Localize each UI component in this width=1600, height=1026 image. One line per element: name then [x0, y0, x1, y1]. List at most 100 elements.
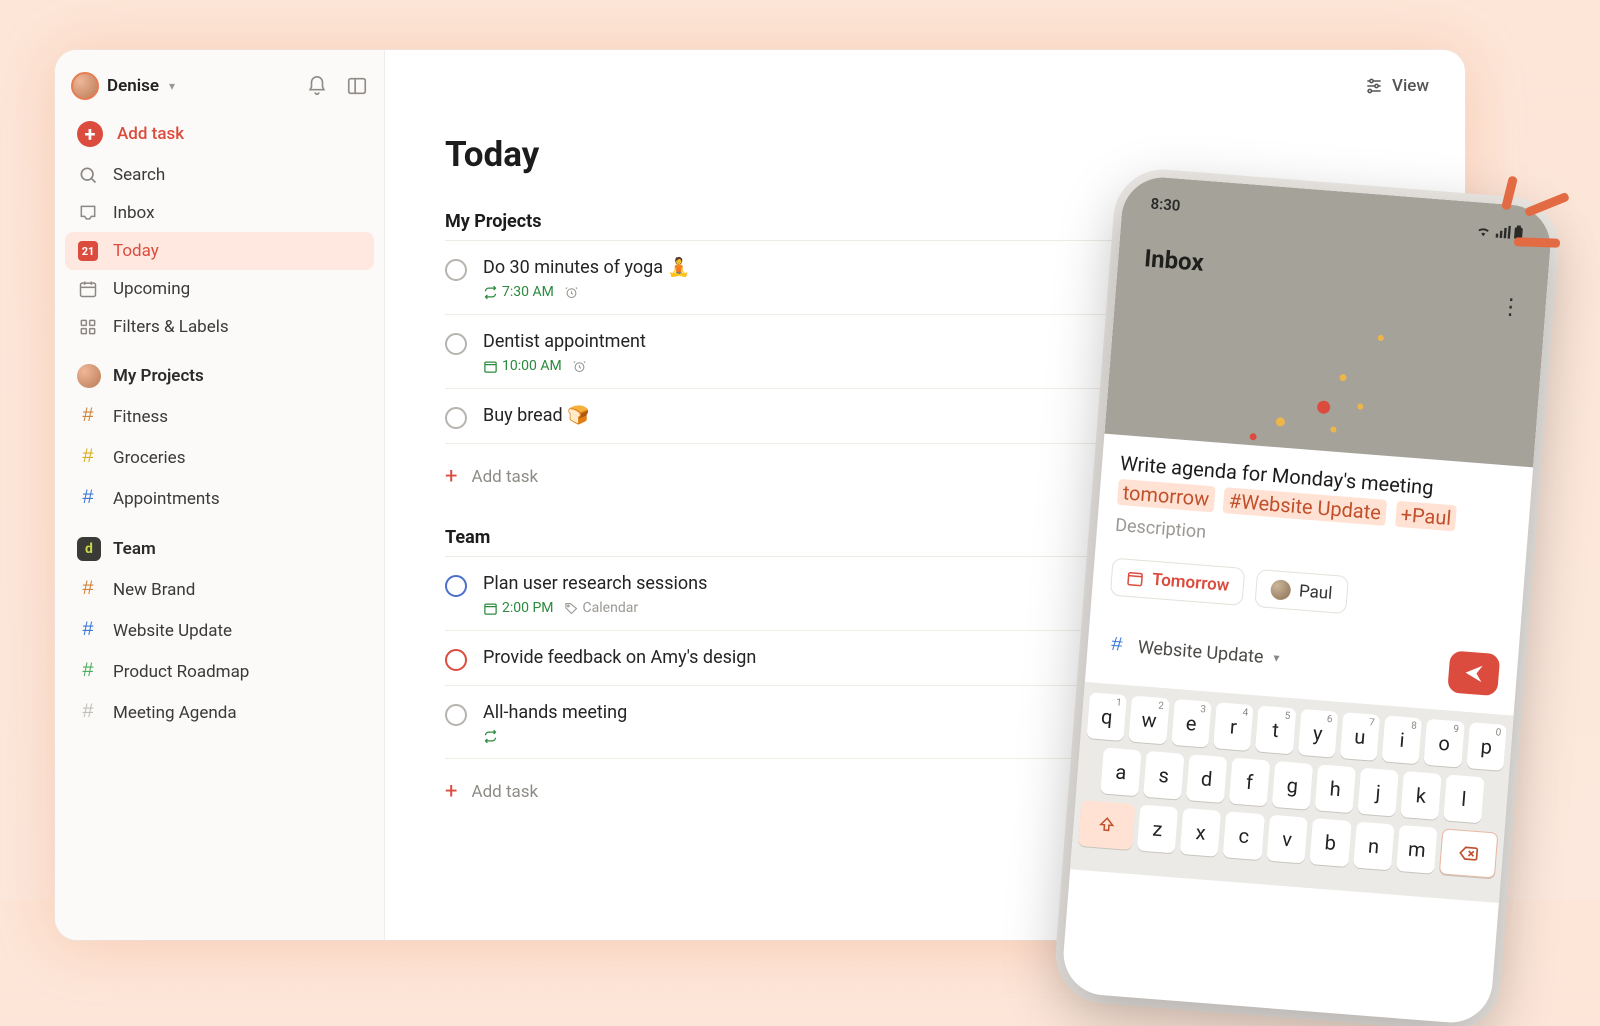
task-label: Calendar — [564, 600, 639, 616]
key-n[interactable]: n — [1353, 822, 1395, 871]
sidebar-section-my-projects[interactable]: My Projects — [65, 346, 374, 396]
key-j[interactable]: j — [1357, 768, 1398, 817]
sliders-icon — [1364, 76, 1384, 96]
hash-icon: # — [77, 446, 99, 469]
key-b[interactable]: b — [1309, 818, 1351, 867]
task-checkbox[interactable] — [445, 259, 467, 281]
sidebar-project-website[interactable]: #Website Update — [65, 610, 374, 651]
calendar-today-icon: 21 — [77, 241, 99, 261]
phone-compose-area: Write agenda for Monday's meeting tomorr… — [1086, 434, 1533, 698]
key-c[interactable]: c — [1223, 811, 1265, 860]
calendar-small-icon — [1125, 569, 1144, 588]
view-button[interactable]: View — [1364, 76, 1429, 96]
key-m[interactable]: m — [1396, 825, 1438, 874]
send-button[interactable] — [1447, 650, 1500, 696]
repeat-icon — [483, 729, 498, 744]
key-a[interactable]: a — [1100, 748, 1141, 797]
phone-header: 8:30 Inbox ⋮ — [1104, 174, 1553, 467]
hash-icon: # — [77, 660, 99, 683]
phone-mockup: 8:30 Inbox ⋮ Write agenda for Monday's m… — [1060, 174, 1553, 1025]
sidebar-project-new-brand[interactable]: #New Brand — [65, 569, 374, 610]
key-d[interactable]: d — [1186, 754, 1227, 803]
hash-icon: # — [77, 701, 99, 724]
repeat-icon — [483, 285, 498, 300]
sidebar-project-agenda[interactable]: #Meeting Agenda — [65, 692, 374, 733]
add-task-button[interactable]: + Add task — [65, 112, 374, 156]
key-y[interactable]: y6 — [1297, 709, 1338, 758]
hash-icon: # — [77, 619, 99, 642]
tag-icon — [564, 601, 579, 616]
calendar-icon — [77, 279, 99, 299]
key-p[interactable]: p0 — [1466, 722, 1507, 771]
workspace-switcher[interactable]: Denise ▾ — [65, 72, 374, 112]
grid-icon — [77, 317, 99, 337]
panel-toggle-icon[interactable] — [346, 75, 368, 97]
task-checkbox[interactable] — [445, 575, 467, 597]
task-checkbox[interactable] — [445, 333, 467, 355]
key-x[interactable]: x — [1180, 808, 1222, 857]
task-time: 2:00 PM — [483, 600, 554, 616]
calendar-small-icon — [483, 601, 498, 616]
backspace-icon — [1458, 844, 1479, 864]
sidebar-project-groceries[interactable]: #Groceries — [65, 437, 374, 478]
key-z[interactable]: z — [1137, 805, 1179, 854]
hash-icon: # — [77, 487, 99, 510]
project-selector[interactable]: # Website Update ▾ — [1105, 633, 1280, 670]
key-h[interactable]: h — [1315, 764, 1356, 813]
key-l[interactable]: l — [1443, 775, 1484, 824]
task-time: 7:30 AM — [483, 284, 554, 300]
key-o[interactable]: o9 — [1424, 719, 1465, 768]
key-q[interactable]: q1 — [1086, 692, 1127, 741]
avatar — [77, 364, 101, 388]
hash-icon: # — [1105, 633, 1129, 658]
sidebar-search[interactable]: Search — [65, 156, 374, 194]
phone-clock: 8:30 — [1150, 195, 1181, 215]
chevron-down-icon: ▾ — [1273, 651, 1280, 665]
task-checkbox[interactable] — [445, 649, 467, 671]
sidebar-upcoming[interactable]: Upcoming — [65, 270, 374, 308]
user-name: Denise — [107, 76, 159, 96]
team-badge-icon: d — [77, 537, 101, 561]
sidebar-section-team[interactable]: d Team — [65, 519, 374, 569]
add-task-label: Add task — [117, 124, 184, 144]
inbox-icon — [77, 203, 99, 223]
shift-icon — [1097, 815, 1116, 834]
reminder-icon — [564, 285, 579, 300]
page-title: Today — [445, 134, 1405, 175]
avatar — [1270, 579, 1292, 601]
motion-line-icon — [1514, 237, 1560, 248]
key-e[interactable]: e3 — [1171, 699, 1212, 748]
sidebar-project-fitness[interactable]: #Fitness — [65, 396, 374, 437]
key-s[interactable]: s — [1143, 751, 1184, 800]
key-w[interactable]: w2 — [1129, 696, 1170, 745]
confetti-illustration — [1104, 254, 1547, 467]
key-i[interactable]: i8 — [1382, 715, 1423, 764]
key-f[interactable]: f — [1229, 758, 1270, 807]
key-t[interactable]: t5 — [1255, 706, 1296, 755]
search-icon — [77, 165, 99, 185]
pill-assign: +Paul — [1395, 501, 1457, 532]
key-k[interactable]: k — [1400, 771, 1441, 820]
wifi-icon — [1475, 223, 1492, 237]
sidebar-project-roadmap[interactable]: #Product Roadmap — [65, 651, 374, 692]
sidebar-project-appointments[interactable]: #Appointments — [65, 478, 374, 519]
task-checkbox[interactable] — [445, 407, 467, 429]
sidebar-inbox[interactable]: Inbox — [65, 194, 374, 232]
send-icon — [1462, 661, 1486, 685]
task-time: 10:00 AM — [483, 358, 562, 374]
hash-icon: # — [77, 405, 99, 428]
key-u[interactable]: u7 — [1339, 712, 1380, 761]
key-shift[interactable] — [1078, 800, 1135, 850]
key-v[interactable]: v — [1266, 815, 1308, 864]
sidebar-filters[interactable]: Filters & Labels — [65, 308, 374, 346]
key-r[interactable]: r4 — [1213, 702, 1254, 751]
chip-due-date[interactable]: Tomorrow — [1110, 558, 1246, 606]
key-g[interactable]: g — [1272, 761, 1313, 810]
key-backspace[interactable] — [1439, 828, 1498, 878]
calendar-small-icon — [483, 359, 498, 374]
chip-assignee[interactable]: Paul — [1255, 569, 1349, 614]
sidebar-today[interactable]: 21 Today — [65, 232, 374, 270]
bell-icon[interactable] — [306, 75, 328, 97]
task-checkbox[interactable] — [445, 704, 467, 726]
signal-icon — [1494, 224, 1511, 238]
